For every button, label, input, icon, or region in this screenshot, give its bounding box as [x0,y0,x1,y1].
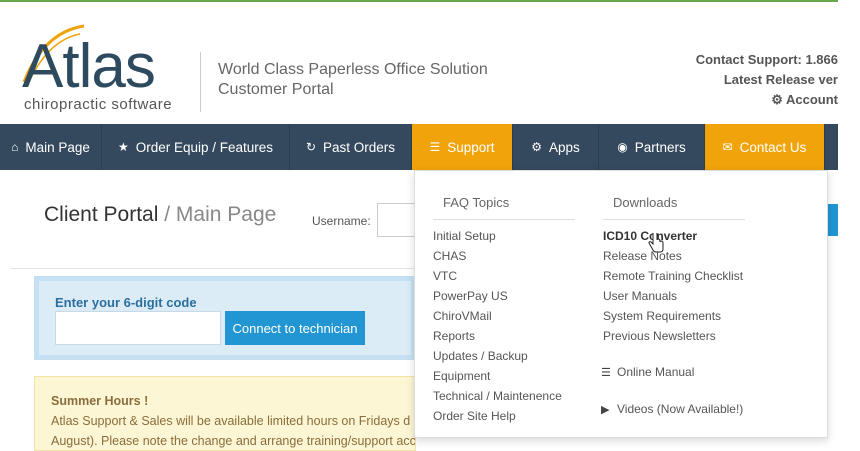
faq-equipment[interactable]: Equipment [433,369,490,383]
code-input[interactable] [55,311,221,345]
faq-initial-setup[interactable]: Initial Setup [433,229,496,243]
home-icon: ⌂ [11,140,19,154]
nav-past-orders[interactable]: ↻ Past Orders [290,124,412,170]
list-icon: ☰ [429,140,441,154]
nav-label: Support [447,139,495,155]
envelope-icon: ✉ [722,140,733,154]
faq-order-site-help[interactable]: Order Site Help [433,409,516,423]
nav-apps[interactable]: ⚙ Apps [513,124,599,170]
page-title-main: Client Portal [44,203,159,226]
hand-cursor-icon [648,233,664,253]
tagline-line-2: Customer Portal [218,81,334,98]
tagline: World Class Paperless Office Solution Cu… [218,60,488,100]
page-title-sep: / [158,203,176,226]
account-label: Account [786,92,838,107]
page-title-sub: Main Page [175,203,277,226]
download-user-manuals[interactable]: User Manuals [603,289,677,303]
content-divider [10,268,414,269]
nav-label: Partners [634,139,686,155]
online-manual-label: Online Manual [617,365,695,379]
notice-line-1: Atlas Support & Sales will be available … [51,414,411,428]
nav-main-page[interactable]: ⌂ Main Page [0,124,102,170]
page-edge [838,0,860,451]
faq-chas[interactable]: CHAS [433,249,466,263]
latest-release[interactable]: Latest Release ver [620,70,838,90]
faq-rule [433,219,575,220]
refresh-icon: ↻ [305,140,317,154]
tagline-line-1: World Class Paperless Office Solution [218,61,488,78]
faq-heading: FAQ Topics [443,195,510,210]
list-icon: ☰ [601,367,611,379]
downloads-heading: Downloads [613,195,678,210]
faq-powerpay[interactable]: PowerPay US [433,289,508,303]
nav-label: Main Page [25,139,90,155]
notice-line-2: August). Please note the change and arra… [51,434,416,448]
videos-link[interactable]: ▶ Videos (Now Available!) [601,402,743,416]
nav-label: Contact Us [739,139,807,155]
support-phone: Contact Support: 1.866 [695,52,838,67]
nav-label: Past Orders [323,139,396,155]
support-dropdown: FAQ Topics Initial Setup CHAS VTC PowerP… [414,170,828,438]
code-label: Enter your 6-digit code [55,295,197,310]
faq-technical[interactable]: Technical / Maintenence [433,389,562,403]
top-accent-line [0,0,838,2]
nav-support[interactable]: ☰ Support [412,124,513,170]
account-link[interactable]: ⚙ Account [620,90,838,110]
download-remote-training[interactable]: Remote Training Checklist [603,269,743,283]
download-previous-newsletters[interactable]: Previous Newsletters [603,329,716,343]
page-title: Client Portal / Main Page [44,203,276,227]
star-icon: ★ [117,140,129,154]
gears-icon: ⚙ [771,92,786,107]
notice-title: Summer Hours ! [51,394,149,408]
faq-chirovmail[interactable]: ChiroVMail [433,309,492,323]
globe-icon: ◉ [617,140,628,154]
nav-partners[interactable]: ◉ Partners [599,124,705,170]
logo-word: Atlas [22,32,156,101]
logo-subtext: chiropractic software [24,96,173,113]
connect-technician-button[interactable]: Connect to technician [225,311,365,345]
nav-contact-us[interactable]: ✉ Contact Us [705,124,825,170]
videos-label: Videos (Now Available!) [617,402,744,416]
login-button-edge[interactable] [828,204,838,236]
support-info: Contact Support: 1.866 Latest Release ve… [620,50,838,110]
play-icon: ▶ [601,404,610,416]
download-system-requirements[interactable]: System Requirements [603,309,721,323]
download-release-notes[interactable]: Release Notes [603,249,682,263]
nav-label: Apps [548,139,580,155]
header-divider [200,52,201,112]
username-label: Username: [312,214,371,228]
nav-label: Order Equip / Features [135,139,274,155]
gear-icon: ⚙ [531,140,542,154]
username-input[interactable] [377,203,417,237]
online-manual-link[interactable]: ☰ Online Manual [601,365,694,379]
faq-vtc[interactable]: VTC [433,269,457,283]
connect-code-panel: Enter your 6-digit code Connect to techn… [34,276,416,360]
summer-hours-notice: Summer Hours ! Atlas Support & Sales wil… [34,376,416,451]
faq-reports[interactable]: Reports [433,329,475,343]
faq-updates-backup[interactable]: Updates / Backup [433,349,528,363]
atlas-logo[interactable]: Atlas chiropractic software [14,22,194,117]
nav-order-equip[interactable]: ★ Order Equip / Features [102,124,290,170]
main-nav: ⌂ Main Page ★ Order Equip / Features ↻ P… [0,124,838,170]
downloads-rule [603,219,745,220]
